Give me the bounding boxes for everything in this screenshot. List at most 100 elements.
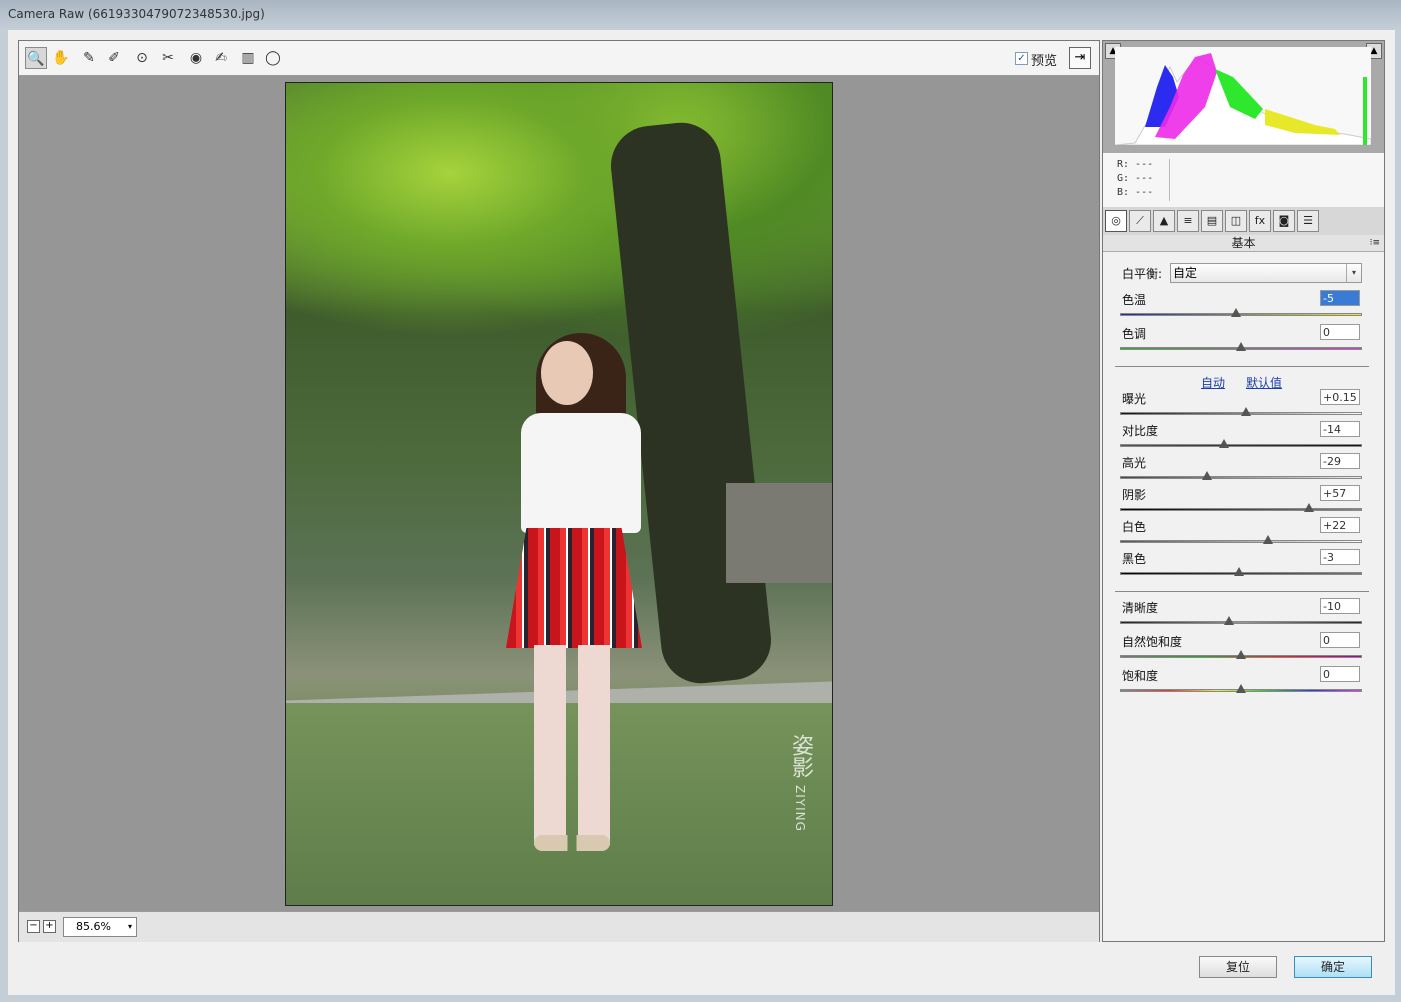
hand-icon[interactable]: ✋ [50, 47, 72, 69]
slider-thumb[interactable] [1236, 342, 1246, 351]
title-bar: Camera Raw (6619330479072348530.jpg) [0, 0, 1401, 31]
tone-curve-tab-icon[interactable]: ⟋ [1129, 210, 1151, 232]
white-balance-select[interactable]: 自定 ▾ [1170, 263, 1362, 283]
slider-thumb[interactable] [1236, 684, 1246, 693]
rgb-readout: R: --- G: --- B: --- [1103, 153, 1384, 208]
slider-value-field[interactable]: -14 [1320, 421, 1360, 437]
slider-label: 对比度 [1122, 424, 1159, 438]
spot-removal-icon[interactable]: ✂ [157, 47, 179, 69]
effects-tab-icon[interactable]: fx [1249, 210, 1271, 232]
zoom-level-select[interactable]: 85.6% ▾ [63, 917, 137, 937]
slider-thumb[interactable] [1231, 308, 1242, 317]
divider-tone [1115, 366, 1369, 367]
white-balance-label: 白平衡: [1122, 267, 1163, 281]
slider-label: 高光 [1122, 456, 1147, 470]
slider-thumb[interactable] [1240, 407, 1251, 416]
auto-link[interactable]: 自动 [1201, 374, 1225, 391]
preview-label: 预览 [1031, 54, 1058, 69]
zoom-out-button[interactable]: − [27, 920, 40, 933]
lens-corrections-tab-icon[interactable]: ◫ [1225, 210, 1247, 232]
watermark-sub-text: ZIYING [793, 785, 807, 832]
panel-header: 基本 ⁝≡ [1103, 235, 1384, 252]
slider-track[interactable] [1120, 476, 1362, 479]
split-toning-tab-icon[interactable]: ▤ [1201, 210, 1223, 232]
zoom-icon[interactable]: 🔍 [25, 47, 47, 69]
photo-shoes [534, 835, 610, 851]
histogram-graph [1115, 47, 1371, 145]
slider-track[interactable] [1120, 444, 1362, 447]
photo-preview[interactable]: 姿影 ZIYING [285, 82, 833, 906]
zoom-level-value: 85.6% [76, 920, 111, 933]
slider-label: 色调 [1122, 327, 1147, 341]
slider-value-field[interactable]: -3 [1320, 549, 1360, 565]
slider-label: 曝光 [1122, 392, 1147, 406]
photo-skirt [506, 528, 642, 648]
slider-value-field[interactable]: +0.15 [1320, 389, 1360, 405]
red-eye-icon[interactable]: ◉ [185, 47, 207, 69]
slider-thumb[interactable] [1233, 567, 1244, 576]
default-link[interactable]: 默认值 [1246, 374, 1282, 391]
watermark-main-text: 姿影 [788, 734, 813, 779]
slider-value-field[interactable]: -29 [1320, 453, 1360, 469]
tool-bar: 🔍 ✋ ✎ ✐ ⊙ ✂ ◉ ✍ ▥ ◯ ✓ 预览 ⇥ [19, 41, 1099, 76]
slider-label: 黑色 [1122, 552, 1147, 566]
slider-value-field[interactable]: 0 [1320, 632, 1360, 648]
slider-value-field[interactable]: 0 [1320, 324, 1360, 340]
photo-wall [726, 483, 832, 583]
adjustment-brush-icon[interactable]: ✍ [210, 47, 232, 69]
slider-label: 饱和度 [1122, 669, 1159, 683]
targeted-adjustment-icon[interactable]: ⊙ [131, 47, 153, 69]
chevron-down-icon: ▾ [127, 922, 132, 931]
presets-tab-icon[interactable]: ☰ [1297, 210, 1319, 232]
slider-value-field[interactable]: -5 [1320, 290, 1360, 306]
photo-legs [534, 645, 610, 845]
color-sampler-icon[interactable]: ✐ [103, 47, 125, 69]
zoom-in-button[interactable]: + [43, 920, 56, 933]
adjustments-panel: ▲ ▲ R: --- G: --- B: --- ◎ ⟋ ▲ ≡ ▤ ◫ fx ◙ ☰ 基本 ⁝… [1102, 40, 1385, 942]
slider-thumb[interactable] [1202, 471, 1213, 480]
photo-face [541, 341, 593, 405]
slider-value-field[interactable]: -10 [1320, 598, 1360, 614]
readout-separator [1169, 159, 1170, 201]
preview-checkbox[interactable]: ✓ [1015, 52, 1028, 65]
radial-filter-icon[interactable]: ◯ [262, 47, 284, 69]
chevron-down-icon: ▾ [1346, 264, 1361, 282]
white-balance-eyedropper-icon[interactable]: ✎ [78, 47, 100, 69]
slider-track[interactable] [1120, 621, 1362, 624]
slider-thumb[interactable] [1303, 503, 1314, 512]
readout-b: B: --- [1117, 187, 1154, 198]
image-canvas[interactable]: 姿影 ZIYING [19, 76, 1099, 911]
slider-label: 色温 [1122, 293, 1147, 307]
camera-calibration-tab-icon[interactable]: ◙ [1273, 210, 1295, 232]
basic-tab-icon[interactable]: ◎ [1105, 210, 1127, 232]
slider-track[interactable] [1120, 540, 1362, 543]
window-title: Camera Raw (6619330479072348530.jpg) [8, 7, 265, 21]
white-balance-value: 自定 [1173, 266, 1198, 280]
divider-presence [1115, 591, 1369, 592]
slider-thumb[interactable] [1219, 439, 1230, 448]
window-frame-right [1395, 30, 1401, 1002]
ok-button[interactable]: 确定 [1294, 956, 1372, 978]
reset-button[interactable]: 复位 [1199, 956, 1277, 978]
slider-label: 自然饱和度 [1122, 635, 1183, 649]
slider-thumb[interactable] [1236, 650, 1246, 659]
detail-tab-icon[interactable]: ▲ [1153, 210, 1175, 232]
slider-label: 白色 [1122, 520, 1147, 534]
dialog-client-area: 🔍 ✋ ✎ ✐ ⊙ ✂ ◉ ✍ ▥ ◯ ✓ 预览 ⇥ 姿影 ZIYING − +… [8, 30, 1395, 995]
window-frame-bottom [0, 995, 1401, 1002]
slider-value-field[interactable]: +22 [1320, 517, 1360, 533]
panel-menu-icon[interactable]: ⁝≡ [1370, 235, 1380, 251]
slider-track[interactable] [1120, 508, 1362, 511]
hsl-tab-icon[interactable]: ≡ [1177, 210, 1199, 232]
slider-value-field[interactable]: +57 [1320, 485, 1360, 501]
watermark-logo: 姿影 ZIYING [746, 683, 816, 883]
slider-value-field[interactable]: 0 [1320, 666, 1360, 682]
slider-thumb[interactable] [1223, 616, 1234, 625]
status-bar: − + 85.6% ▾ [19, 911, 1099, 942]
readout-r: R: --- [1117, 159, 1154, 170]
fullscreen-toggle-icon[interactable]: ⇥ [1069, 47, 1091, 69]
slider-label: 清晰度 [1122, 601, 1159, 615]
slider-thumb[interactable] [1262, 535, 1273, 544]
readout-g: G: --- [1117, 173, 1154, 184]
graduated-filter-icon[interactable]: ▥ [237, 47, 259, 69]
